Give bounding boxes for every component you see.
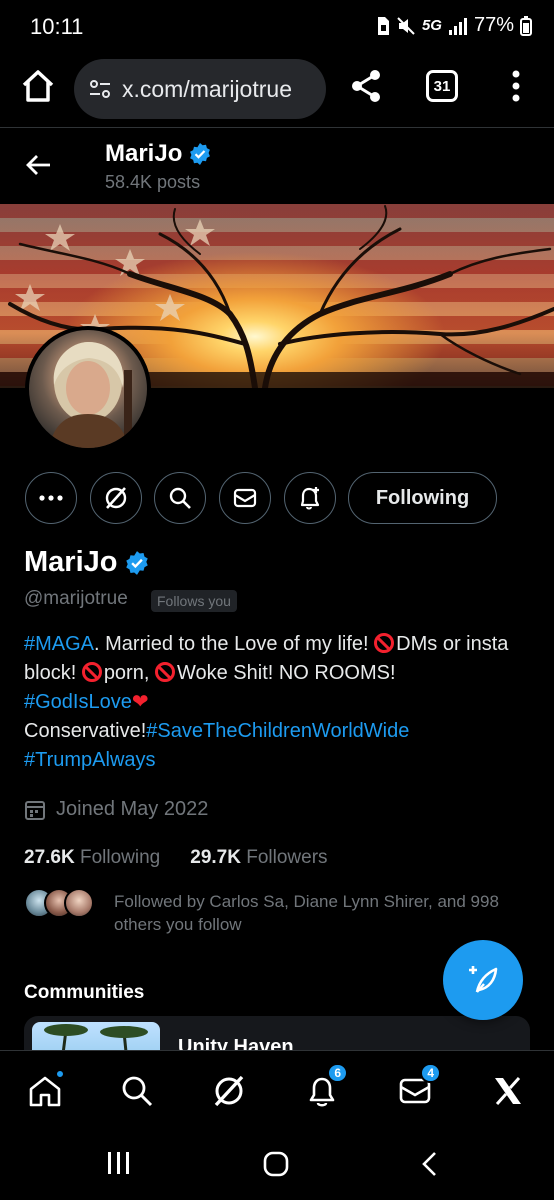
- following-count: 27.6K: [24, 847, 75, 868]
- hashtag-link[interactable]: #TrumpAlways: [24, 749, 156, 771]
- hashtag-link[interactable]: #SaveTheChildrenWorldWide: [146, 720, 409, 742]
- status-time: 10:11: [30, 14, 84, 39]
- profile-bio: #MAGA. Married to the Love of my life! D…: [24, 630, 534, 775]
- status-indicators: 5G 77%: [376, 14, 532, 37]
- bio-text: porn,: [103, 662, 155, 684]
- nav-notifications[interactable]: 6: [302, 1063, 348, 1111]
- bio-text: Woke Shit! NO ROOMS!: [176, 662, 396, 684]
- notify-button[interactable]: [284, 472, 336, 524]
- header-title: MariJo: [105, 140, 212, 168]
- following-label: Following: [79, 847, 161, 868]
- more-options-button[interactable]: [25, 472, 77, 524]
- home-system-icon[interactable]: [262, 1150, 290, 1178]
- followers-count: 29.7K: [190, 847, 241, 868]
- bottom-navigation: 6 4: [0, 1050, 554, 1130]
- search-icon: [122, 1076, 153, 1107]
- signal-icon: [448, 17, 467, 35]
- nav-home[interactable]: [25, 1069, 65, 1111]
- notifications-badge: 6: [327, 1063, 348, 1083]
- more-vert-icon[interactable]: [508, 66, 524, 106]
- network-label: 5G: [421, 17, 442, 34]
- site-settings-icon[interactable]: [88, 77, 112, 101]
- profile-display-name-row: MariJo: [24, 546, 150, 579]
- nav-grok[interactable]: [209, 1071, 249, 1111]
- follow-stats: 27.6K Following 29.7K Followers: [24, 847, 328, 869]
- compose-post-button[interactable]: [443, 940, 523, 1020]
- x-logo-icon: [495, 1076, 521, 1106]
- followers-stat[interactable]: 29.7K Followers: [190, 847, 327, 869]
- header-post-count: 58.4K posts: [105, 172, 201, 192]
- following-stat[interactable]: 27.6K Following: [24, 847, 160, 869]
- share-icon[interactable]: [348, 66, 384, 106]
- search-profile-button[interactable]: [154, 472, 206, 524]
- joined-date: Joined May 2022: [56, 798, 209, 820]
- hashtag-link[interactable]: #GodIsLove: [24, 691, 132, 713]
- feather-plus-icon: [469, 966, 498, 993]
- profile-handle: @marijotrue: [24, 588, 128, 609]
- heart-icon: ❤: [131, 691, 149, 713]
- address-bar[interactable]: x.com/marijotrue: [74, 59, 326, 119]
- back-system-icon[interactable]: [420, 1150, 440, 1178]
- url-text[interactable]: x.com/marijotrue: [122, 76, 292, 103]
- grok-icon: [214, 1075, 244, 1107]
- battery-percent: 77%: [473, 14, 514, 36]
- joined-date-row: Joined May 2022: [24, 798, 208, 821]
- followed-by-text[interactable]: Followed by Carlos Sa, Diane Lynn Shirer…: [114, 890, 524, 936]
- browser-toolbar: x.com/marijotrue 31: [0, 52, 554, 128]
- verified-badge-icon: [126, 550, 149, 575]
- bio-text: . Married to the Love of my life!: [94, 633, 375, 655]
- mute-icon: [397, 16, 415, 35]
- battery-icon: [520, 15, 532, 36]
- bell-plus-icon: [300, 487, 320, 510]
- followed-by-avatars[interactable]: [24, 888, 94, 918]
- bio-text: Conservative!: [24, 720, 147, 742]
- prohibited-icon: [154, 662, 175, 682]
- new-content-dot: [55, 1069, 65, 1079]
- home-icon[interactable]: [18, 66, 58, 106]
- recent-apps-icon[interactable]: [105, 1150, 133, 1176]
- calendar-icon: [25, 800, 45, 820]
- status-bar: 10:11 5G 77%: [0, 0, 554, 52]
- envelope-icon: [233, 488, 257, 508]
- search-icon: [169, 487, 191, 509]
- grok-icon: [105, 487, 127, 509]
- nav-premium[interactable]: [488, 1071, 528, 1111]
- communities-heading: Communities: [24, 982, 145, 1003]
- back-arrow-icon[interactable]: [24, 150, 54, 180]
- prohibited-icon: [374, 633, 395, 653]
- avatar: [64, 888, 94, 918]
- hashtag-link[interactable]: #MAGA: [24, 633, 94, 655]
- following-button[interactable]: Following: [348, 472, 497, 524]
- nav-explore[interactable]: [117, 1071, 157, 1111]
- grok-button[interactable]: [90, 472, 142, 524]
- messages-badge: 4: [420, 1063, 441, 1083]
- header-name: MariJo: [105, 140, 183, 167]
- verified-badge-icon: [190, 143, 211, 165]
- system-navigation-bar: [0, 1130, 554, 1200]
- followers-label: Followers: [246, 847, 328, 868]
- sim-card-icon: [377, 16, 389, 35]
- message-button[interactable]: [219, 472, 271, 524]
- prohibited-icon: [81, 662, 102, 682]
- nav-messages[interactable]: 4: [395, 1063, 441, 1111]
- tab-switcher-button[interactable]: 31: [426, 70, 458, 102]
- avatar-portrait: [49, 342, 132, 448]
- follows-you-badge: Follows you: [151, 590, 237, 612]
- profile-display-name: MariJo: [24, 546, 118, 578]
- profile-avatar[interactable]: [25, 326, 151, 452]
- more-horiz-icon: [39, 495, 63, 501]
